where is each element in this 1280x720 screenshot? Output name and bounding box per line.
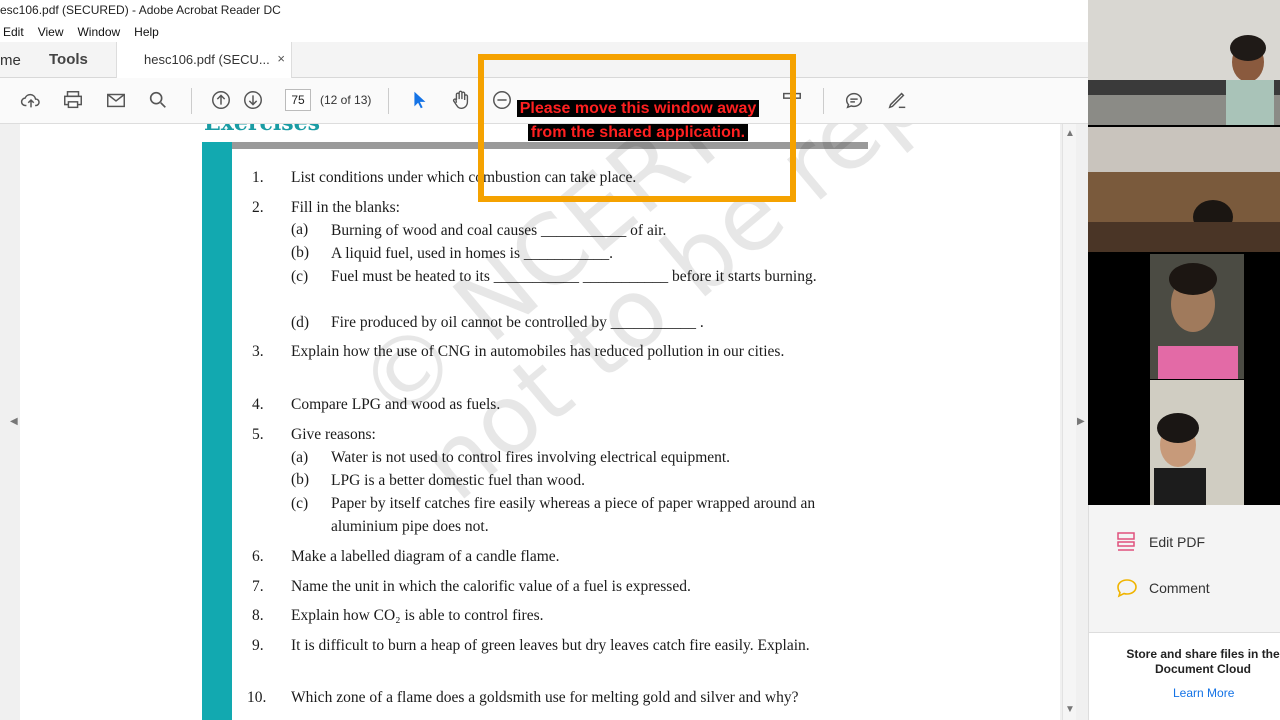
toolbar-divider xyxy=(388,88,389,114)
comment-label: Comment xyxy=(1149,580,1210,596)
page-number-input[interactable]: 75 xyxy=(285,89,311,111)
exercise-text: Make a labelled diagram of a candle flam… xyxy=(291,548,560,565)
learn-more-link[interactable]: Learn More xyxy=(1173,686,1234,700)
participant-video[interactable] xyxy=(1088,127,1280,252)
exercise-number: 10. xyxy=(247,689,267,706)
exercise-number: 7. xyxy=(252,578,264,595)
close-tab-icon[interactable]: × xyxy=(277,51,285,66)
sub-label: (c) xyxy=(291,268,309,285)
exercise-text: It is difficult to burn a heap of green … xyxy=(291,637,810,654)
right-panel-toggle-icon[interactable]: ▶ xyxy=(1077,416,1085,427)
sub-label: (c) xyxy=(291,495,309,512)
participant-video[interactable] xyxy=(1088,380,1280,505)
toolbar-divider xyxy=(823,88,824,114)
menu-view[interactable]: View xyxy=(38,25,64,42)
search-icon[interactable] xyxy=(146,88,170,112)
exercise-number: 6. xyxy=(252,548,264,565)
cloud-promo-text: Store and share files in the Document Cl… xyxy=(1126,647,1280,676)
pdf-page: Exercises 1. List conditions under which… xyxy=(20,124,1060,720)
exercise-number: 5. xyxy=(252,426,264,443)
exercise-number: 2. xyxy=(252,199,264,216)
pen-sign-icon[interactable] xyxy=(885,88,909,112)
warning-line: from the shared application. xyxy=(527,124,749,141)
menu-window[interactable]: Window xyxy=(77,25,120,42)
sub-label: (a) xyxy=(291,449,309,466)
menu-edit[interactable]: Edit xyxy=(3,25,24,42)
exercise-text: Which zone of a flame does a goldsmith u… xyxy=(291,689,799,706)
exercise-text: Name the unit in which the calorific val… xyxy=(291,578,691,595)
section-heading: Exercises xyxy=(204,124,320,136)
select-cursor-icon[interactable] xyxy=(407,88,431,112)
previous-page-icon[interactable] xyxy=(209,88,233,112)
print-icon[interactable] xyxy=(61,88,85,112)
participant-video[interactable] xyxy=(1088,254,1280,379)
exercise-number: 3. xyxy=(252,343,264,360)
menu-help[interactable]: Help xyxy=(134,25,159,42)
left-panel-toggle-icon[interactable]: ◀ xyxy=(10,416,18,427)
comment-icon[interactable] xyxy=(842,88,866,112)
screen-share-warning: Please move this window away from the sh… xyxy=(508,97,768,145)
tab-document[interactable]: hesc106.pdf (SECU... × xyxy=(116,42,292,78)
comment-tool-icon xyxy=(1117,579,1137,598)
window-title: esc106.pdf (SECURED) - Adobe Acrobat Rea… xyxy=(0,0,1088,22)
scroll-down-icon[interactable]: ▼ xyxy=(1065,704,1075,715)
sub-label: (a) xyxy=(291,221,309,238)
tab-home[interactable]: me xyxy=(0,52,21,69)
vertical-scrollbar[interactable]: ▲ ▼ xyxy=(1062,124,1076,720)
video-participants xyxy=(1088,0,1280,505)
exercise-number: 9. xyxy=(252,637,264,654)
participant-video[interactable] xyxy=(1088,0,1280,125)
sub-text: Paper by itself catches fire easily wher… xyxy=(331,495,816,535)
sub-label: (d) xyxy=(291,314,310,331)
exercise-number: 4. xyxy=(252,396,264,413)
document-area[interactable]: Exercises 1. List conditions under which… xyxy=(0,124,1062,720)
tab-document-label: hesc106.pdf (SECU... xyxy=(144,52,270,67)
sub-label: (b) xyxy=(291,244,310,261)
exercise-number: 8. xyxy=(252,607,264,624)
toolbar-divider xyxy=(191,88,192,114)
email-icon[interactable] xyxy=(104,88,128,112)
comment-tool[interactable]: Comment xyxy=(1115,576,1210,600)
sub-text: LPG is a better domestic fuel than wood. xyxy=(331,472,585,489)
tools-side-panel: Edit PDF Comment Store and share files i… xyxy=(1088,505,1280,720)
page-count: (12 of 13) xyxy=(320,93,372,107)
exercise-number: 1. xyxy=(252,169,264,186)
cloud-upload-icon[interactable] xyxy=(19,88,43,112)
menu-bar: Edit View Window Help xyxy=(0,22,1088,42)
tab-tools[interactable]: Tools xyxy=(49,51,88,68)
next-page-icon[interactable] xyxy=(241,88,265,112)
sub-label: (b) xyxy=(291,471,310,488)
document-cloud-promo: Store and share files in the Document Cl… xyxy=(1089,632,1280,720)
edit-pdf-label: Edit PDF xyxy=(1149,534,1206,550)
scroll-up-icon[interactable]: ▲ xyxy=(1065,128,1075,139)
edit-pdf-icon xyxy=(1117,532,1135,551)
exercise-text: Explain how CO₂ is able to control fires… xyxy=(291,607,544,624)
warning-line: Please move this window away xyxy=(516,100,760,117)
edit-pdf-tool[interactable]: Edit PDF xyxy=(1115,530,1205,554)
teal-margin-bar xyxy=(202,142,232,720)
hand-tool-icon[interactable] xyxy=(449,88,473,112)
